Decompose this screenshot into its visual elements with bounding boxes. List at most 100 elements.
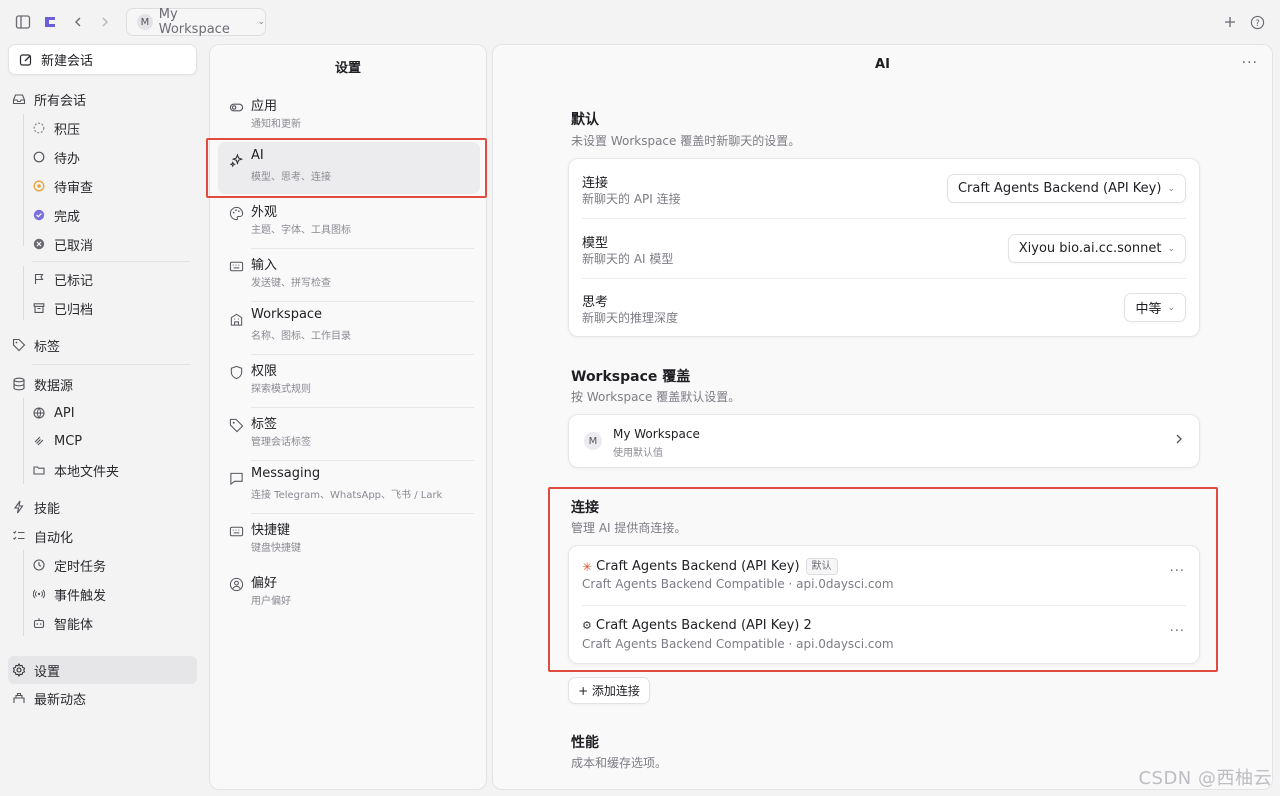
workspace-selector[interactable]: M My Workspace ⌄: [126, 7, 266, 37]
settings-item-subtitle: 连接 Telegram、WhatsApp、飞书 / Lark: [251, 490, 443, 501]
connections-section-title: 连接: [571, 500, 599, 516]
news-icon: [12, 691, 26, 705]
settings-item-title: 外观: [251, 205, 278, 220]
svg-text:?: ?: [1255, 17, 1259, 27]
nav-all-chats[interactable]: 所有会话: [12, 87, 86, 111]
nav-flagged[interactable]: 已标记: [32, 267, 93, 291]
settings-item-title: AI: [251, 148, 264, 163]
checklist-icon: [12, 529, 26, 543]
nav-whats-new[interactable]: 最新动态: [12, 686, 86, 710]
default-model-value: Xiyou bio.ai.cc.sonnet: [1018, 241, 1162, 256]
nav-automation-item-label: 智能体: [54, 617, 94, 633]
settings-item-title: 偏好: [251, 576, 278, 591]
database-icon: [12, 377, 26, 391]
watermark: CSDN @西柚云: [1138, 768, 1272, 789]
workspace-override-card[interactable]: M My Workspace 使用默认值: [568, 414, 1200, 468]
nav-automation-label: 自动化: [34, 530, 74, 546]
clock-icon: [32, 558, 46, 572]
settings-item-workspace[interactable]: Workspace 名称、图标、工作目录: [218, 301, 480, 353]
circle-icon: [32, 150, 46, 164]
nav-labels[interactable]: 标签: [12, 333, 60, 357]
thinking-row-title: 思考: [582, 295, 609, 310]
nav-settings[interactable]: 设置: [12, 658, 60, 682]
more-options-icon[interactable]: ···: [1242, 55, 1258, 71]
bot-icon: [32, 616, 46, 630]
nav-tree-line: [23, 266, 24, 320]
settings-item-labels[interactable]: 标签 管理会话标签: [218, 407, 480, 459]
settings-item-subtitle: 键盘快捷键: [251, 543, 301, 554]
performance-section-subtitle: 成本和缓存选项。: [571, 756, 668, 770]
asterisk-logo-icon: ✳: [582, 559, 593, 574]
nav-whats-new-label: 最新动态: [34, 692, 87, 708]
settings-item-title: 应用: [251, 99, 278, 114]
nav-skills[interactable]: 技能: [12, 495, 60, 519]
connection-name: Craft Agents Backend (API Key): [596, 559, 800, 574]
add-connection-button[interactable]: + 添加连接: [568, 677, 650, 704]
nav-status-cancelled[interactable]: 已取消: [32, 232, 93, 256]
nav-divider: [32, 261, 190, 262]
settings-item-input[interactable]: 输入 发送键、拼写检查: [218, 248, 480, 300]
connection-item[interactable]: ⚙ Craft Agents Backend (API Key) 2: [582, 618, 812, 633]
nav-source-api[interactable]: API: [32, 401, 75, 425]
back-icon[interactable]: [68, 12, 88, 32]
nav-data-sources[interactable]: 数据源: [12, 372, 73, 396]
override-section-title: Workspace 覆盖: [571, 369, 691, 385]
settings-item-title: 快捷键: [251, 523, 291, 538]
top-bar: M My Workspace ⌄ ?: [0, 0, 1280, 44]
nav-tree-line: [23, 550, 24, 636]
plus-icon[interactable]: [1220, 12, 1240, 32]
workspace-name: My Workspace: [158, 7, 230, 37]
nav-status-done[interactable]: 完成: [32, 203, 80, 227]
override-workspace-subtitle: 使用默认值: [613, 448, 663, 459]
connection-item[interactable]: ✳ Craft Agents Backend (API Key) 默认: [582, 558, 838, 575]
nav-status-backlog[interactable]: 积压: [32, 116, 80, 140]
forward-icon[interactable]: [95, 12, 115, 32]
app-logo-icon: [40, 12, 60, 32]
nav-agents[interactable]: 智能体: [32, 611, 93, 635]
settings-item-app[interactable]: 应用 通知和更新: [218, 89, 480, 141]
nav-source-local-folder[interactable]: 本地文件夹: [32, 458, 119, 482]
settings-item-messaging[interactable]: Messaging 连接 Telegram、WhatsApp、飞书 / Lark: [218, 460, 480, 512]
nav-automation-item-label: 定时任务: [54, 559, 107, 575]
openai-logo-icon: ⚙: [582, 619, 592, 632]
nav-status-review[interactable]: 待审查: [32, 174, 93, 198]
building-icon: [228, 311, 244, 327]
defaults-section-title: 默认: [571, 112, 599, 128]
chevron-down-icon: ⌄: [257, 17, 265, 27]
nav-scheduled-tasks[interactable]: 定时任务: [32, 553, 106, 577]
defaults-section-subtitle: 未设置 Workspace 覆盖时新聊天的设置。: [571, 134, 801, 148]
review-circle-icon: [32, 179, 46, 193]
nav-event-triggers[interactable]: 事件触发: [32, 582, 106, 606]
toggle-icon: [228, 99, 244, 115]
sidebar-toggle-icon[interactable]: [13, 12, 33, 32]
settings-item-shortcuts[interactable]: 快捷键 键盘快捷键: [218, 513, 480, 565]
lightning-icon: [12, 500, 26, 514]
mcp-icon: [32, 434, 46, 448]
tag-icon: [228, 417, 244, 433]
settings-item-subtitle: 名称、图标、工作目录: [251, 331, 351, 342]
new-chat-button[interactable]: 新建会话: [8, 44, 197, 75]
nav-archived[interactable]: 已归档: [32, 296, 93, 320]
check-circle-icon: [32, 208, 46, 222]
nav-source-label: MCP: [54, 433, 83, 449]
nav-source-mcp[interactable]: MCP: [32, 429, 82, 453]
broadcast-icon: [32, 587, 46, 601]
nav-status-todo[interactable]: 待办: [32, 145, 80, 169]
settings-item-ai[interactable]: AI 模型、思考、连接: [218, 142, 480, 194]
override-workspace-name: My Workspace: [613, 427, 700, 441]
connection-more-icon[interactable]: ···: [1170, 564, 1185, 579]
nav-status-label: 待审查: [54, 180, 94, 196]
help-icon[interactable]: ?: [1247, 12, 1267, 32]
settings-item-permissions[interactable]: 权限 探索模式规则: [218, 354, 480, 406]
nav-archived-label: 已归档: [54, 302, 94, 318]
main-panel: AI ··· 默认 未设置 Workspace 覆盖时新聊天的设置。 连接 新聊…: [492, 44, 1273, 790]
model-row-title: 模型: [582, 236, 609, 251]
settings-item-preferences[interactable]: 偏好 用户偏好: [218, 566, 480, 618]
nav-automation[interactable]: 自动化: [12, 524, 73, 548]
default-thinking-dropdown[interactable]: 中等 ⌄: [1124, 293, 1186, 322]
default-model-dropdown[interactable]: Xiyou bio.ai.cc.sonnet ⌄: [1007, 234, 1186, 263]
default-connection-dropdown[interactable]: Craft Agents Backend (API Key) ⌄: [946, 174, 1186, 203]
chevron-down-icon: ⌄: [1167, 183, 1175, 194]
settings-item-appearance[interactable]: 外观 主题、字体、工具图标: [218, 195, 480, 247]
connection-more-icon[interactable]: ···: [1170, 624, 1185, 639]
